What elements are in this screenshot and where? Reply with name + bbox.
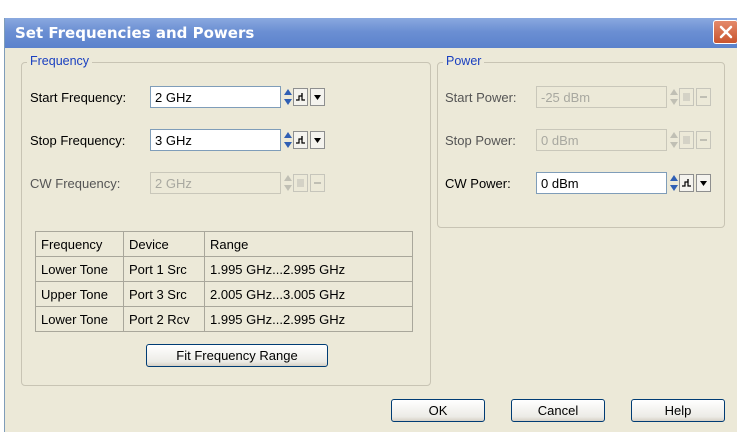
stop-power-dropdown-button <box>696 131 711 149</box>
cw-frequency-input: 2 GHz <box>150 172 281 194</box>
table-cell: Lower Tone <box>35 256 124 282</box>
stop-frequency-label: Stop Frequency: <box>30 133 126 148</box>
column-header-device: Device <box>123 231 205 257</box>
stop-power-step-button <box>679 131 694 149</box>
stop-power-label: Stop Power: <box>445 133 516 148</box>
cw-power-dropdown-button[interactable] <box>696 174 711 192</box>
stop-frequency-step-button[interactable] <box>293 131 308 149</box>
start-frequency-input[interactable]: 2 GHz <box>150 86 281 108</box>
stop-frequency-input[interactable]: 3 GHz <box>150 129 281 151</box>
frequency-legend: Frequency <box>27 54 93 68</box>
start-frequency-dropdown-button[interactable] <box>310 88 325 106</box>
start-frequency-step-button[interactable] <box>293 88 308 106</box>
background-strip <box>0 0 737 18</box>
table-cell: 1.995 GHz...2.995 GHz <box>204 306 413 332</box>
stop-power-input: 0 dBm <box>536 129 667 151</box>
title-bar: Set Frequencies and Powers <box>5 18 737 48</box>
start-power-label: Start Power: <box>445 90 517 105</box>
help-button[interactable]: Help <box>631 399 725 422</box>
cw-power-spin-icon[interactable] <box>669 173 678 193</box>
cancel-button[interactable]: Cancel <box>511 399 605 422</box>
dropdown-arrow-icon <box>700 181 707 186</box>
start-power-input: -25 dBm <box>536 86 667 108</box>
dialog-window: Set Frequencies and Powers Frequency Sta… <box>4 18 737 432</box>
stop-frequency-dropdown-button[interactable] <box>310 131 325 149</box>
dropdown-arrow-icon <box>700 139 707 141</box>
step-icon <box>296 93 305 101</box>
dropdown-arrow-icon <box>700 96 707 98</box>
cw-power-step-button[interactable] <box>679 174 694 192</box>
dropdown-arrow-icon <box>314 182 321 184</box>
dialog-title: Set Frequencies and Powers <box>15 24 255 42</box>
table-row: Upper Tone Port 3 Src 2.005 GHz...3.005 … <box>35 281 413 307</box>
start-frequency-spin-icon[interactable] <box>283 87 292 107</box>
cw-frequency-spin-icon <box>283 173 292 193</box>
stop-power-spin-icon <box>669 130 678 150</box>
frequency-range-table: Frequency Device Range Lower Tone Port 1… <box>35 231 413 332</box>
column-header-frequency: Frequency <box>35 231 124 257</box>
step-icon <box>297 179 304 187</box>
table-cell: Port 1 Src <box>123 256 205 282</box>
table-cell: Port 2 Rcv <box>123 306 205 332</box>
cw-power-input[interactable]: 0 dBm <box>536 172 667 194</box>
start-frequency-label: Start Frequency: <box>30 90 127 105</box>
dropdown-arrow-icon <box>314 95 321 100</box>
fit-frequency-range-button[interactable]: Fit Frequency Range <box>146 344 328 367</box>
cw-frequency-label: CW Frequency: <box>30 176 121 191</box>
column-header-range: Range <box>204 231 413 257</box>
table-row: Lower Tone Port 2 Rcv 1.995 GHz...2.995 … <box>35 306 413 332</box>
table-cell: Port 3 Src <box>123 281 205 307</box>
ok-button[interactable]: OK <box>391 399 485 422</box>
dropdown-arrow-icon <box>314 138 321 143</box>
power-legend: Power <box>443 54 485 68</box>
table-cell: Upper Tone <box>35 281 124 307</box>
frequency-group <box>21 62 431 386</box>
table-cell: 1.995 GHz...2.995 GHz <box>204 256 413 282</box>
step-icon <box>683 93 690 101</box>
start-power-spin-icon <box>669 87 678 107</box>
table-row: Lower Tone Port 1 Src 1.995 GHz...2.995 … <box>35 256 413 282</box>
step-icon <box>682 179 691 187</box>
cw-frequency-dropdown-button <box>310 174 325 192</box>
cw-frequency-step-button <box>293 174 308 192</box>
start-power-dropdown-button <box>696 88 711 106</box>
start-power-step-button <box>679 88 694 106</box>
table-cell: 2.005 GHz...3.005 GHz <box>204 281 413 307</box>
stop-frequency-spin-icon[interactable] <box>283 130 292 150</box>
table-header-row: Frequency Device Range <box>35 231 413 257</box>
close-button[interactable] <box>713 20 737 44</box>
close-icon <box>719 25 733 39</box>
step-icon <box>296 136 305 144</box>
cw-power-label: CW Power: <box>445 176 511 191</box>
table-cell: Lower Tone <box>35 306 124 332</box>
step-icon <box>683 136 690 144</box>
